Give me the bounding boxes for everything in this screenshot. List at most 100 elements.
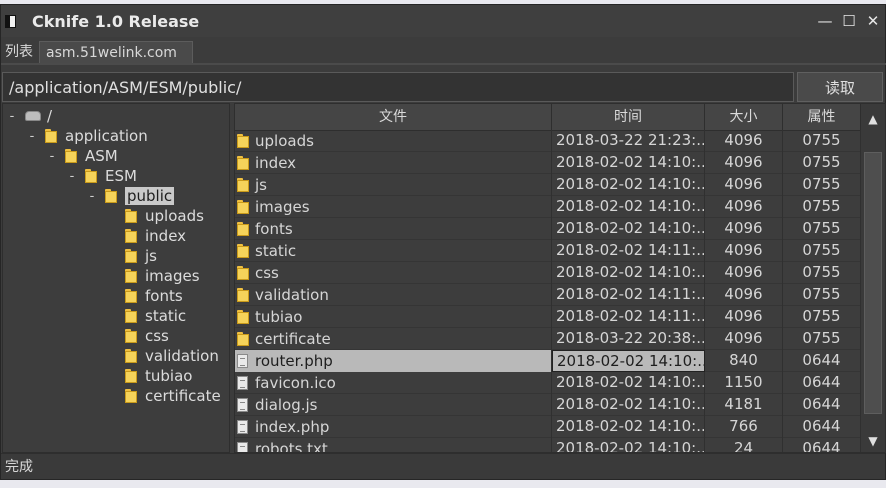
file-attr-cell[interactable]: 0755 [783,130,861,152]
tree-node-label[interactable]: css [145,327,169,345]
file-time-cell[interactable]: 2018-02-02 14:11:... [552,240,705,262]
file-size-cell[interactable]: 840 [705,350,783,372]
file-size-cell[interactable]: 24 [705,438,783,452]
file-time-cell[interactable]: 2018-02-02 14:10:... [552,152,705,174]
file-name-cell[interactable]: js [235,174,552,196]
file-size-cell[interactable]: 4096 [705,218,783,240]
table-row[interactable]: css 2018-02-02 14:10:... 4096 0755 [235,262,861,284]
tree-node-label[interactable]: tubiao [145,367,192,385]
file-name-cell[interactable]: tubiao [235,306,552,328]
tree-node[interactable]: tubiao [107,366,192,386]
maximize-button[interactable]: ☐ [837,5,861,37]
file-name-cell[interactable]: index [235,152,552,174]
file-name-cell[interactable]: uploads [235,130,552,152]
file-attr-cell[interactable]: 0644 [783,394,861,416]
file-attr-cell[interactable]: 0755 [783,196,861,218]
collapse-toggle-icon[interactable]: - [47,149,57,164]
tree-node-label[interactable]: fonts [145,287,183,305]
file-attr-cell[interactable]: 0755 [783,284,861,306]
file-size-cell[interactable]: 4096 [705,262,783,284]
file-size-cell[interactable]: 1150 [705,372,783,394]
path-input[interactable] [2,72,794,102]
tree-node-label[interactable]: validation [145,347,219,365]
directory-tree[interactable]: - / - application - ASM - ESM - public uploads inde… [2,103,230,453]
file-name-cell[interactable]: router.php [235,350,552,372]
file-time-cell[interactable]: 2018-02-02 14:10:... [552,350,705,372]
tab-site[interactable]: asm.51welink.com [39,41,193,63]
table-row[interactable]: dialog.js 2018-02-02 14:10:... 4181 0644 [235,394,861,416]
file-time-cell[interactable]: 2018-03-22 20:38:... [552,328,705,350]
file-time-cell[interactable]: 2018-02-02 14:11:... [552,284,705,306]
tree-node[interactable]: fonts [107,286,183,306]
file-time-cell[interactable]: 2018-02-02 14:10:... [552,416,705,438]
tab-list[interactable]: 列表 [1,41,37,63]
vertical-scrollbar[interactable]: ▲ ▼ [861,104,885,452]
tree-node[interactable]: index [107,226,186,246]
table-row[interactable]: tubiao 2018-02-02 14:11:... 4096 0755 [235,306,861,328]
column-header-size[interactable]: 大小 [705,104,783,130]
file-attr-cell[interactable]: 0644 [783,438,861,452]
file-name-cell[interactable]: fonts [235,218,552,240]
table-row[interactable]: js 2018-02-02 14:10:... 4096 0755 [235,174,861,196]
tree-node-label[interactable]: application [65,127,148,145]
tree-node-label[interactable]: uploads [145,207,204,225]
collapse-toggle-icon[interactable]: - [7,109,17,124]
file-size-cell[interactable]: 766 [705,416,783,438]
table-row[interactable]: fonts 2018-02-02 14:10:... 4096 0755 [235,218,861,240]
file-attr-cell[interactable]: 0755 [783,218,861,240]
file-size-cell[interactable]: 4096 [705,130,783,152]
tree-node-label[interactable]: / [47,107,52,125]
file-time-cell[interactable]: 2018-02-02 14:10:... [552,218,705,240]
file-name-cell[interactable]: index.php [235,416,552,438]
minimize-button[interactable]: — [813,5,837,37]
tree-node[interactable]: images [107,266,200,286]
table-row[interactable]: router.php 2018-02-02 14:10:... 840 0644 [235,350,861,372]
file-attr-cell[interactable]: 0755 [783,262,861,284]
tree-node-label[interactable]: static [145,307,186,325]
tree-node[interactable]: - / [7,106,52,126]
tree-node-label[interactable]: index [145,227,186,245]
table-row[interactable]: uploads 2018-03-22 21:23:... 4096 0755 [235,130,861,152]
tree-node[interactable]: - public [87,186,175,206]
file-time-cell[interactable]: 2018-02-02 14:10:... [552,394,705,416]
file-time-cell[interactable]: 2018-02-02 14:10:... [552,438,705,452]
file-name-cell[interactable]: validation [235,284,552,306]
tree-node[interactable]: certificate [107,386,221,406]
tree-node-label[interactable]: public [125,187,175,205]
table-row[interactable]: validation 2018-02-02 14:11:... 4096 0755 [235,284,861,306]
tree-node[interactable]: - ESM [67,166,137,186]
table-row[interactable]: index.php 2018-02-02 14:10:... 766 0644 [235,416,861,438]
table-row[interactable]: images 2018-02-02 14:10:... 4096 0755 [235,196,861,218]
file-size-cell[interactable]: 4096 [705,240,783,262]
file-attr-cell[interactable]: 0755 [783,328,861,350]
file-time-cell[interactable]: 2018-02-02 14:10:... [552,372,705,394]
file-time-cell[interactable]: 2018-02-02 14:11:... [552,306,705,328]
file-size-cell[interactable]: 4096 [705,284,783,306]
tree-node[interactable]: css [107,326,169,346]
file-size-cell[interactable]: 4181 [705,394,783,416]
file-time-cell[interactable]: 2018-02-02 14:10:... [552,262,705,284]
tree-node-label[interactable]: js [145,247,157,265]
file-time-cell[interactable]: 2018-03-22 21:23:... [552,130,705,152]
title-bar[interactable]: Cknife 1.0 Release — ☐ ✕ [1,5,885,37]
file-size-cell[interactable]: 4096 [705,174,783,196]
file-attr-cell[interactable]: 0755 [783,240,861,262]
file-time-cell[interactable]: 2018-02-02 14:10:... [552,174,705,196]
file-attr-cell[interactable]: 0644 [783,372,861,394]
tree-node[interactable]: js [107,246,157,266]
column-header-time[interactable]: 时间 [552,104,705,130]
tree-node[interactable]: - ASM [47,146,118,166]
file-attr-cell[interactable]: 0755 [783,306,861,328]
tree-node-label[interactable]: ASM [85,147,118,165]
file-size-cell[interactable]: 4096 [705,196,783,218]
column-header-file[interactable]: 文件 [235,104,552,130]
tree-node[interactable]: uploads [107,206,204,226]
table-row[interactable]: favicon.ico 2018-02-02 14:10:... 1150 0644 [235,372,861,394]
file-size-cell[interactable]: 4096 [705,152,783,174]
collapse-toggle-icon[interactable]: - [27,129,37,144]
collapse-toggle-icon[interactable]: - [67,169,77,184]
table-row[interactable]: certificate 2018-03-22 20:38:... 4096 0755 [235,328,861,350]
tree-node-label[interactable]: images [145,267,200,285]
table-row[interactable]: static 2018-02-02 14:11:... 4096 0755 [235,240,861,262]
tree-node[interactable]: static [107,306,186,326]
